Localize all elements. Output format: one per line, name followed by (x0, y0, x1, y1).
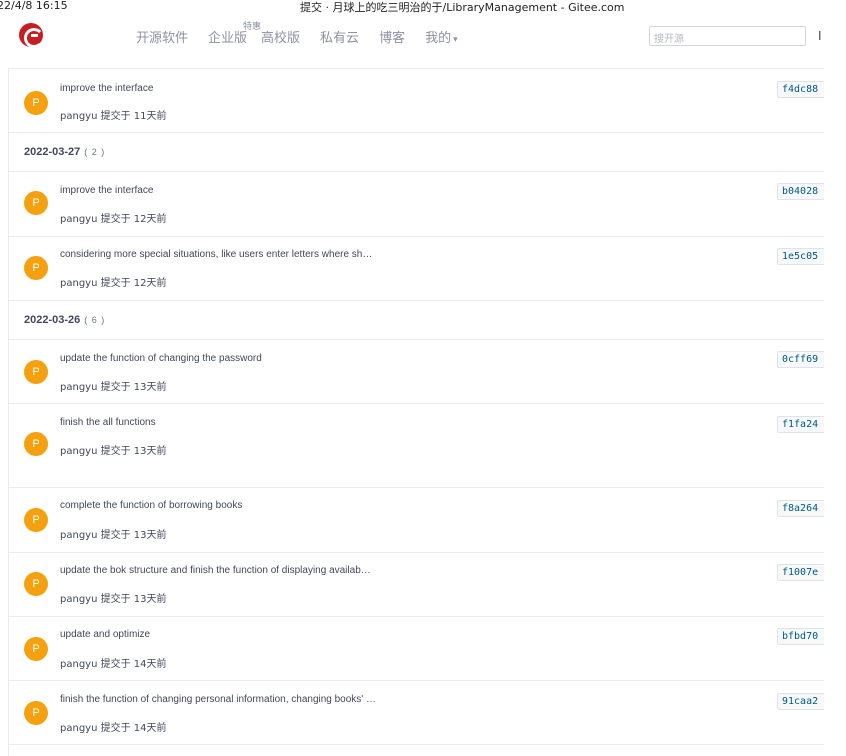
commit-count: ( 2 ) (84, 147, 106, 157)
avatar[interactable]: P (24, 91, 48, 115)
nav-menu: 开源软件 企业版 特惠 高校版 私有云 博客 我的 ▾ (136, 22, 478, 46)
avatar[interactable]: P (24, 701, 48, 725)
commit-item[interactable]: P improve the interface pangyu 提交于 12天前 … (9, 171, 824, 236)
commit-item[interactable]: P update the bok structure and finish th… (9, 552, 824, 616)
avatar[interactable]: P (24, 256, 48, 280)
commit-sha[interactable]: f1fa24 (777, 416, 824, 433)
commit-author-time: pangyu 提交于 13天前 (60, 446, 167, 457)
commit-sha[interactable]: f8a264 (777, 500, 824, 517)
commit-author-time: pangyu 提交于 13天前 (60, 594, 167, 605)
avatar[interactable]: P (24, 191, 48, 215)
commit-author-time: pangyu 提交于 14天前 (60, 723, 167, 734)
avatar[interactable]: P (24, 360, 48, 384)
print-timestamp: 22/4/8 16:15 (0, 0, 68, 12)
nav-cut-text: I (818, 29, 822, 43)
commit-date: 2022-03-26( 6 ) (24, 314, 105, 326)
commit-message[interactable]: complete the function of borrowing books (60, 500, 242, 511)
date-text: 2022-03-26 (24, 314, 81, 326)
chevron-down-icon: ▾ (453, 35, 458, 45)
commit-author-time: pangyu 提交于 12天前 (60, 214, 167, 225)
commit-sha[interactable]: f1007e (777, 564, 824, 581)
nav-item-mine[interactable]: 我的 ▾ (425, 27, 458, 46)
commit-count: ( 6 ) (84, 315, 106, 325)
commit-message[interactable]: improve the interface (60, 185, 153, 196)
commit-author-time: pangyu 提交于 13天前 (60, 382, 167, 393)
date-text: 2022-03-27 (24, 146, 81, 158)
commit-item[interactable]: P finish the function of changing person… (9, 680, 824, 745)
avatar[interactable]: P (24, 637, 48, 661)
commit-message[interactable]: improve the interface (60, 83, 153, 94)
commit-message[interactable]: finish the function of changing personal… (60, 694, 376, 705)
commit-item[interactable]: P complete the function of borrowing boo… (9, 487, 824, 552)
avatar[interactable]: P (24, 572, 48, 596)
top-navbar: 开源软件 企业版 特惠 高校版 私有云 博客 我的 ▾ 搜开源 I (0, 14, 846, 68)
print-page-title: 提交 · 月球上的吃三明治的于/LibraryManagement - Gite… (300, 1, 625, 14)
commit-sha[interactable]: 91caa2 (777, 693, 824, 710)
gitee-logo-icon[interactable] (19, 23, 44, 48)
commit-item[interactable]: P finish the all functions pangyu 提交于 13… (9, 403, 824, 487)
commit-sha[interactable]: 0cff69 (777, 351, 824, 368)
avatar[interactable]: P (24, 508, 48, 532)
nav-item-blog[interactable]: 博客 (379, 27, 405, 46)
nav-item-enterprise[interactable]: 企业版 特惠 (208, 22, 261, 46)
commit-message[interactable]: finish the all functions (60, 417, 156, 428)
nav-item-open-source[interactable]: 开源软件 (136, 27, 188, 46)
nav-item-enterprise-label: 企业版 (208, 31, 248, 46)
nav-item-education[interactable]: 高校版 (261, 27, 300, 46)
promo-badge: 特惠 (243, 22, 262, 32)
commit-sha[interactable]: 1e5c05 (777, 248, 824, 265)
commit-date: 2022-03-27( 2 ) (24, 146, 105, 158)
commit-item[interactable]: P update and optimize pangyu 提交于 14天前 bf… (9, 616, 824, 680)
commit-sha[interactable]: b04028 (777, 183, 824, 200)
commit-message[interactable]: update the bok structure and finish the … (60, 565, 371, 576)
commit-author-time: pangyu 提交于 11天前 (60, 111, 167, 122)
commit-sha[interactable]: bfbd70 (777, 628, 824, 645)
date-group-header: 2022-03-26( 6 ) (9, 300, 824, 339)
nav-item-private-cloud[interactable]: 私有云 (320, 27, 359, 46)
commit-author-time: pangyu 提交于 12天前 (60, 278, 167, 289)
commit-item[interactable]: P improve the interface pangyu 提交于 11天前 … (9, 68, 824, 132)
commit-message[interactable]: update the function of changing the pass… (60, 353, 262, 364)
commit-message[interactable]: update and optimize (60, 629, 150, 640)
avatar[interactable]: P (24, 432, 48, 456)
commit-message[interactable]: considering more special situations, lik… (60, 249, 372, 260)
search-input[interactable]: 搜开源 (649, 26, 806, 46)
commit-sha[interactable]: f4dc88 (777, 81, 824, 98)
nav-item-mine-label: 我的 (425, 31, 452, 46)
commit-author-time: pangyu 提交于 14天前 (60, 659, 167, 670)
date-group-header: 2022-03-27( 2 ) (9, 132, 824, 171)
print-header: 22/4/8 16:15 提交 · 月球上的吃三明治的于/LibraryMana… (0, 0, 846, 14)
commit-list: P improve the interface pangyu 提交于 11天前 … (8, 68, 824, 756)
commit-item[interactable]: P update the function of changing the pa… (9, 339, 824, 403)
commit-item[interactable]: P considering more special situations, l… (9, 236, 824, 300)
commit-author-time: pangyu 提交于 13天前 (60, 530, 167, 541)
